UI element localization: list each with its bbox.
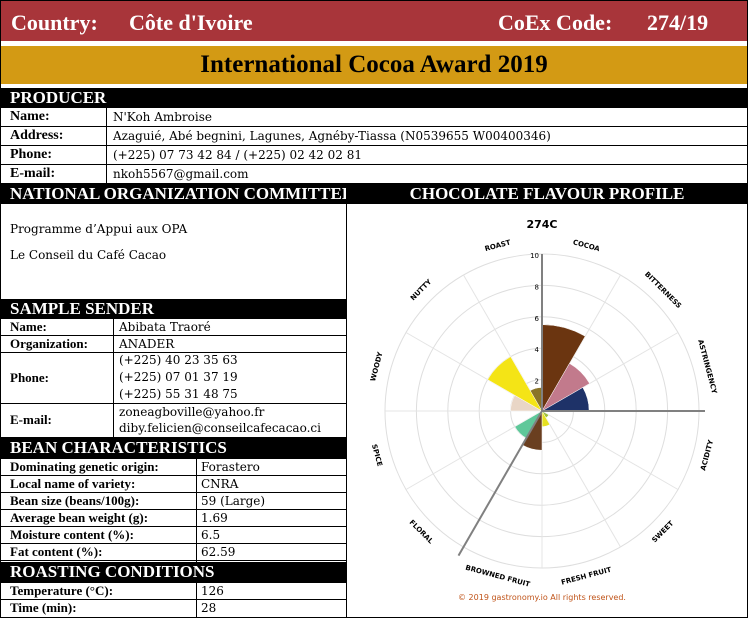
roast-time-value: 28 xyxy=(201,601,217,615)
bean-row-origin: Dominating genetic origin: Forastero xyxy=(1,459,346,476)
sender-row-name: Name: Abibata Traoré xyxy=(1,319,346,336)
roast-column-divider xyxy=(196,583,197,617)
producer-address-label: Address: xyxy=(10,128,64,143)
sender-column-divider xyxy=(113,319,114,438)
grid-spoke xyxy=(541,410,679,490)
category-label: BROWNED FRUIT xyxy=(465,564,532,589)
category-label: SPICE xyxy=(370,443,384,467)
tick-label: 8 xyxy=(535,283,539,291)
producer-phone-value: (+225) 07 73 42 84 / (+225) 02 42 02 81 xyxy=(113,148,362,162)
producer-phone-label: Phone: xyxy=(10,147,52,162)
noc-line-1: Programme d’Appui aux OPA xyxy=(10,222,188,236)
sender-phone-label: Phone: xyxy=(10,370,49,385)
country-value: Côte d'Ivoire xyxy=(129,10,253,35)
sender-row-phone: Phone: (+225) 40 23 35 63 (+225) 07 01 3… xyxy=(1,353,346,404)
producer-row-address: Address: Azaguié, Abé begnini, Lagunes, … xyxy=(1,127,747,146)
bean-variety-value: CNRA xyxy=(201,477,239,491)
bean-row-moisture: Moisture content (%): 6.5 xyxy=(1,527,346,544)
bean-origin-value: Forastero xyxy=(201,460,260,474)
grid-spoke xyxy=(541,410,621,548)
bean-moisture-label: Moisture content (%): xyxy=(10,527,134,542)
tick-label: 4 xyxy=(535,346,540,354)
roasting-heading: ROASTING CONDITIONS xyxy=(1,562,346,583)
bean-weight-value: 1.69 xyxy=(201,511,228,525)
producer-email-label: E-mail: xyxy=(10,166,56,181)
noc-line-2: Le Conseil du Café Cacao xyxy=(10,248,167,262)
sender-phone-3: (+225) 55 31 48 75 xyxy=(119,387,238,401)
bean-size-label: Bean size (beans/100g): xyxy=(10,493,140,508)
award-title: International Cocoa Award 2019 xyxy=(1,46,747,84)
tick-label: 6 xyxy=(535,315,540,323)
category-label: WOODY xyxy=(369,350,385,382)
tick-label: 2 xyxy=(535,378,539,386)
bean-row-weight: Average bean weight (g): 1.69 xyxy=(1,510,346,527)
bean-size-value: 59 (Large) xyxy=(201,494,266,508)
category-label: ROAST xyxy=(484,238,512,253)
bean-origin-label: Dominating genetic origin: xyxy=(10,459,159,474)
bean-heading: BEAN CHARACTERISTICS xyxy=(1,438,346,459)
main-axis xyxy=(457,410,543,557)
bean-weight-label: Average bean weight (g): xyxy=(10,510,149,525)
category-label: ASTRINGENCY xyxy=(696,339,718,396)
producer-heading: PRODUCER xyxy=(1,88,747,108)
roast-temperature-value: 126 xyxy=(201,584,224,598)
sender-name-value: Abibata Traoré xyxy=(119,320,211,334)
coex-code-label: CoEx Code: xyxy=(498,10,613,35)
bean-column-divider xyxy=(196,459,197,562)
category-label: BITTERNESS xyxy=(643,270,683,310)
sender-phone-2: (+225) 07 01 37 19 xyxy=(119,370,238,384)
producer-row-email: E-mail: nkoh5567@gmail.com xyxy=(1,165,747,184)
sample-sender-heading: SAMPLE SENDER xyxy=(1,299,346,319)
bean-row-size: Bean size (beans/100g): 59 (Large) xyxy=(1,493,346,510)
producer-row-phone: Phone: (+225) 07 73 42 84 / (+225) 02 42… xyxy=(1,146,747,165)
roast-row-temperature: Temperature (°C): 126 xyxy=(1,583,346,600)
country-label: Country: xyxy=(11,10,98,35)
roast-time-label: Time (min): xyxy=(10,600,77,615)
sender-row-org: Organization: ANADER xyxy=(1,336,346,353)
category-label: ACIDITY xyxy=(699,438,715,471)
bean-row-fat: Fat content (%): 62.59 xyxy=(1,544,346,561)
sender-org-value: ANADER xyxy=(119,337,175,351)
sender-row-email: E-mail: zoneagboville@yahoo.fr diby.feli… xyxy=(1,404,346,438)
bean-fat-label: Fat content (%): xyxy=(10,544,103,559)
chart-title: 274C xyxy=(526,218,557,231)
coex-code-value: 274/19 xyxy=(647,10,709,35)
bean-variety-label: Local name of variety: xyxy=(10,476,136,491)
flavour-profile-chart: 2 4 6 8 10 COCOA BITTERNESS ASTRINGENCY ACIDITY… xyxy=(369,218,718,602)
cocoa-award-sheet: Country: Côte d'Ivoire CoEx Code: 274/19… xyxy=(0,0,748,618)
producer-name-value: N'Koh Ambroise xyxy=(113,110,212,124)
tick-label: 10 xyxy=(530,252,539,260)
sender-name-label: Name: xyxy=(10,319,47,334)
bean-row-variety: Local name of variety: CNRA xyxy=(1,476,346,493)
bean-fat-value: 62.59 xyxy=(201,545,236,559)
producer-address-value: Azaguié, Abé begnini, Lagunes, Agnéby-Ti… xyxy=(113,129,551,143)
country-bar: Country: Côte d'Ivoire CoEx Code: 274/19 xyxy=(1,1,747,41)
roast-row-time: Time (min): 28 xyxy=(1,600,346,617)
producer-name-label: Name: xyxy=(10,109,50,124)
noc-heading: NATIONAL ORGANIZATION COMMITTEE xyxy=(1,184,353,204)
category-label: COCOA xyxy=(572,238,601,253)
producer-column-divider xyxy=(106,108,107,184)
flavour-heading: CHOCOLATE FLAVOUR PROFILE xyxy=(347,184,747,204)
category-label: FRESH FRUIT xyxy=(560,566,612,587)
category-label: NUTTY xyxy=(409,277,434,302)
copyright-text: © 2019 gastronomy.io All rights reserved… xyxy=(458,593,626,602)
producer-email-value: nkoh5567@gmail.com xyxy=(113,167,249,181)
category-label: SWEET xyxy=(650,519,675,544)
sender-email-label: E-mail: xyxy=(10,412,52,427)
sender-org-label: Organization: xyxy=(10,336,88,351)
bean-moisture-value: 6.5 xyxy=(201,528,221,542)
roast-temperature-label: Temperature (°C): xyxy=(10,583,114,598)
producer-row-name: Name: N'Koh Ambroise xyxy=(1,108,747,127)
sender-email-1: zoneagboville@yahoo.fr xyxy=(119,405,265,419)
sender-email-2: diby.felicien@conseilcafecacao.ci xyxy=(119,421,321,435)
sender-phone-1: (+225) 40 23 35 63 xyxy=(119,353,238,367)
